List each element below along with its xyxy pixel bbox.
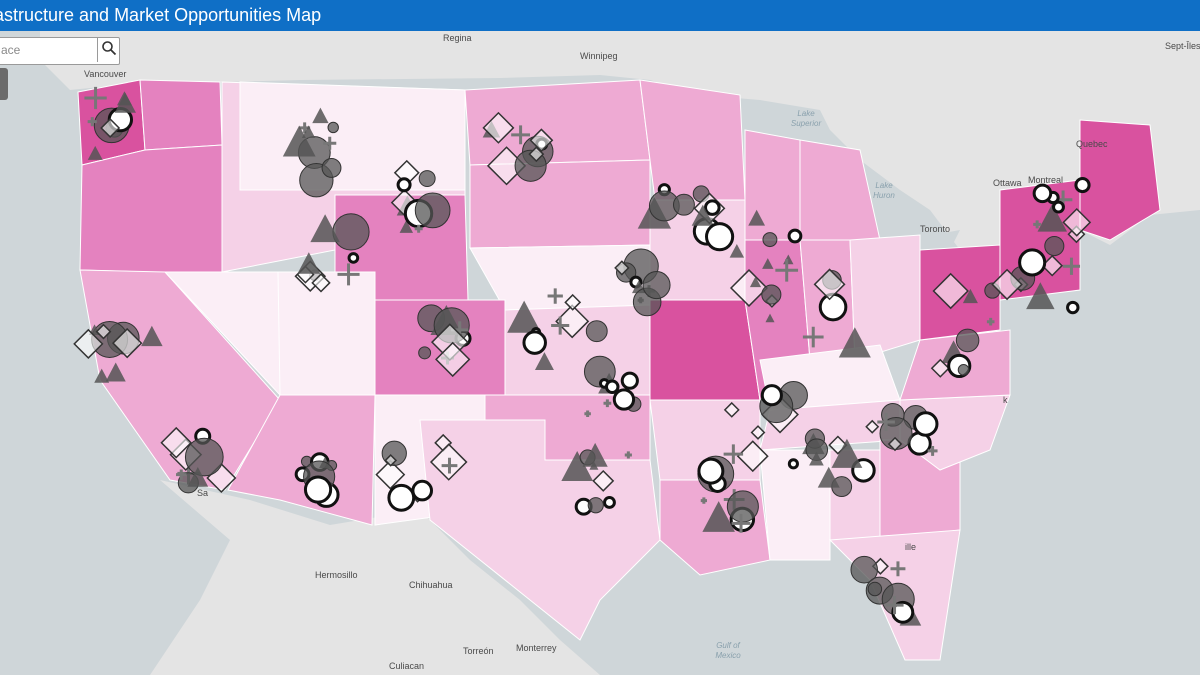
ring-marker[interactable]	[387, 483, 416, 512]
state-missouri	[649, 299, 761, 401]
map-view[interactable]: Regina Winnipeg Vancouver Sept-Îles Queb…	[0, 31, 1200, 675]
water-label-gulf-of-mexico: Gulf of Mexico	[715, 641, 741, 660]
place-label-k: k	[1003, 395, 1008, 405]
place-label-ille: ille	[905, 542, 917, 552]
search-icon	[101, 40, 117, 61]
place-label-culiacan: Culiacan	[389, 661, 425, 671]
circle-marker[interactable]	[726, 490, 759, 523]
app-header: astructure and Market Opportunities Map	[0, 0, 1200, 31]
circle-marker[interactable]	[1044, 235, 1065, 257]
state-idaho-north	[139, 79, 223, 151]
circle-marker[interactable]	[327, 121, 339, 134]
state-oregon	[79, 144, 223, 273]
circle-marker[interactable]	[418, 170, 436, 188]
state-minnesota	[639, 79, 746, 201]
circle-marker[interactable]	[957, 364, 970, 376]
place-label-chihuahua: Chihuahua	[409, 580, 453, 590]
circle-marker[interactable]	[867, 581, 883, 597]
ring-marker[interactable]	[1018, 248, 1047, 277]
water-label-lake-superior: Lake Superior	[790, 109, 822, 128]
basemap	[0, 31, 1200, 675]
water-label-lake-huron: Lake Huron	[873, 181, 895, 200]
ring-marker[interactable]	[411, 479, 434, 502]
circle-marker[interactable]	[418, 346, 432, 360]
place-label-winnipeg: Winnipeg	[580, 51, 618, 61]
ring-marker[interactable]	[396, 177, 412, 193]
circle-marker[interactable]	[585, 320, 608, 343]
ring-marker[interactable]	[787, 228, 803, 244]
ring-marker[interactable]	[760, 384, 783, 407]
place-label-hermosillo: Hermosillo	[315, 570, 358, 580]
state-utah	[277, 271, 376, 396]
place-label-ottawa: Ottawa	[993, 178, 1022, 188]
ring-marker[interactable]	[704, 199, 721, 216]
circle-marker[interactable]	[184, 437, 224, 477]
circle-marker[interactable]	[587, 497, 604, 514]
panel-toggle-button[interactable]	[0, 68, 8, 100]
circle-marker[interactable]	[761, 284, 782, 305]
circle-marker[interactable]	[414, 192, 451, 229]
circle-marker[interactable]	[762, 232, 778, 248]
place-label-sa: Sa	[197, 488, 209, 498]
ring-marker[interactable]	[620, 371, 639, 390]
circle-marker[interactable]	[642, 271, 671, 300]
place-label-montreal: Montreal	[1028, 175, 1064, 185]
app-title: astructure and Market Opportunities Map	[0, 5, 322, 25]
ring-marker[interactable]	[1066, 300, 1080, 315]
place-label-septiles: Sept-Îles	[1165, 41, 1200, 51]
ring-marker[interactable]	[697, 457, 725, 485]
ring-marker[interactable]	[818, 292, 848, 322]
place-label-quebec: Quebec	[1076, 139, 1108, 149]
circle-marker[interactable]	[321, 157, 342, 178]
circle-marker[interactable]	[332, 213, 370, 251]
place-label-torreon: Torreón	[463, 646, 494, 656]
circle-marker[interactable]	[955, 328, 980, 353]
place-label-monterrey: Monterrey	[516, 643, 557, 653]
ring-marker[interactable]	[1074, 177, 1091, 194]
ring-marker[interactable]	[347, 252, 360, 264]
ring-marker[interactable]	[603, 496, 616, 509]
ring-marker[interactable]	[604, 379, 620, 395]
ring-marker[interactable]	[522, 330, 547, 355]
ring-marker[interactable]	[912, 411, 939, 437]
place-label-vancouver: Vancouver	[84, 69, 127, 79]
ring-marker[interactable]	[1032, 183, 1053, 204]
place-label-regina: Regina	[443, 33, 472, 43]
search-input[interactable]	[0, 38, 97, 62]
circle-marker[interactable]	[672, 193, 695, 216]
ring-marker[interactable]	[705, 222, 735, 252]
search-widget	[0, 37, 120, 65]
ring-marker[interactable]	[787, 458, 799, 470]
place-label-toronto: Toronto	[920, 224, 951, 234]
ring-marker[interactable]	[612, 388, 636, 411]
ring-marker[interactable]	[303, 475, 333, 504]
search-button[interactable]	[97, 38, 119, 62]
